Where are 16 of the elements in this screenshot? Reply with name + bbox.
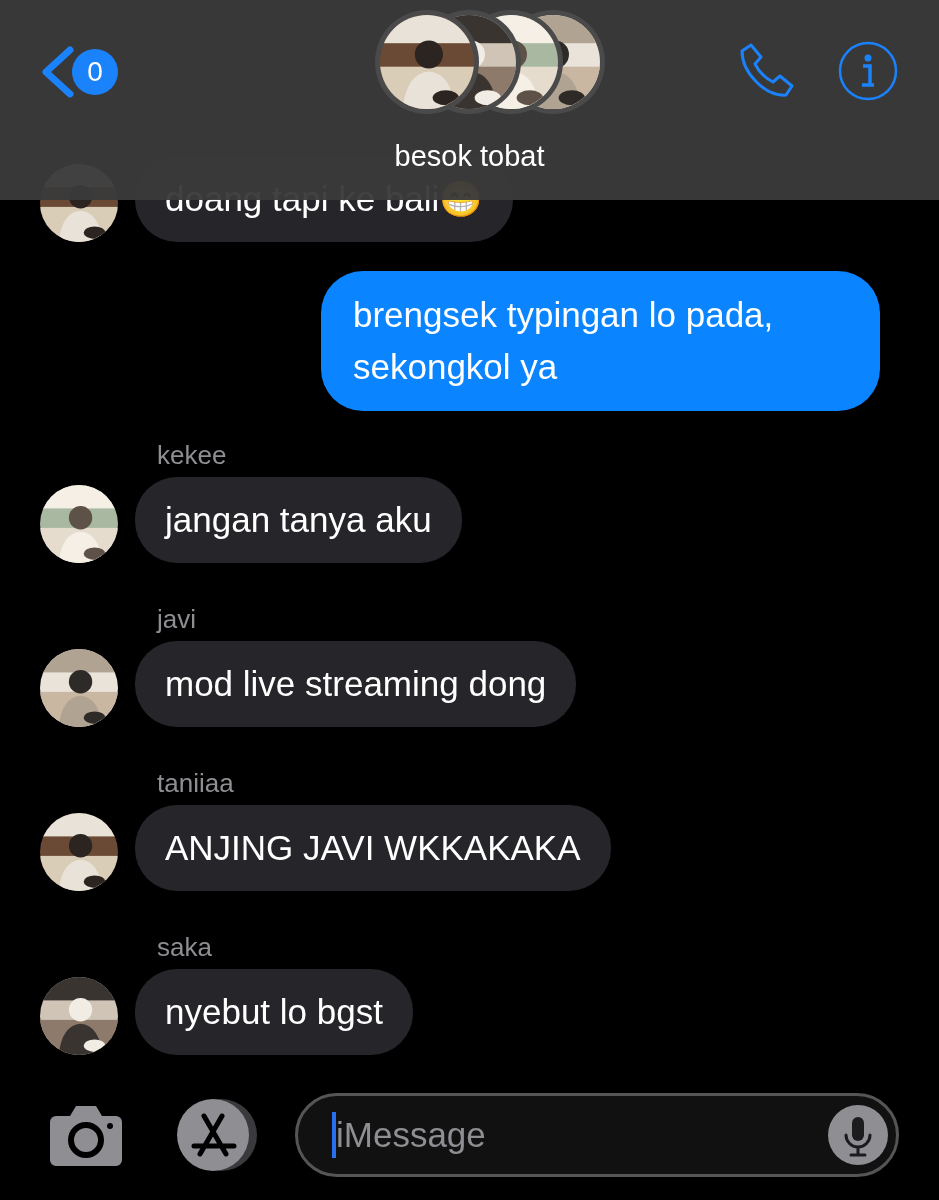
message-input[interactable]: iMessage xyxy=(336,1115,828,1155)
message-bubble: nyebut lo bgst xyxy=(135,969,413,1055)
camera-icon[interactable] xyxy=(50,1104,122,1166)
message-bubble: mod live streaming dong xyxy=(135,641,577,727)
sender-name: taniiaa xyxy=(156,768,235,798)
back-icon[interactable] xyxy=(40,46,74,98)
sender-name: kekee xyxy=(156,440,228,470)
microphone-icon[interactable] xyxy=(828,1105,888,1165)
sender-name: javi xyxy=(155,604,197,634)
message-bubble: brengsek typingan lo pada, sekongkol ya xyxy=(321,271,880,411)
message-bubble: ANJING JAVI WKKAKAKA xyxy=(135,805,611,891)
sender-name: saka xyxy=(156,932,213,962)
unread-badge: 0 xyxy=(72,49,118,95)
info-icon[interactable] xyxy=(838,41,898,101)
message-field[interactable]: iMessage xyxy=(295,1093,899,1177)
message-bubble: jangan tanya aku xyxy=(135,477,462,563)
